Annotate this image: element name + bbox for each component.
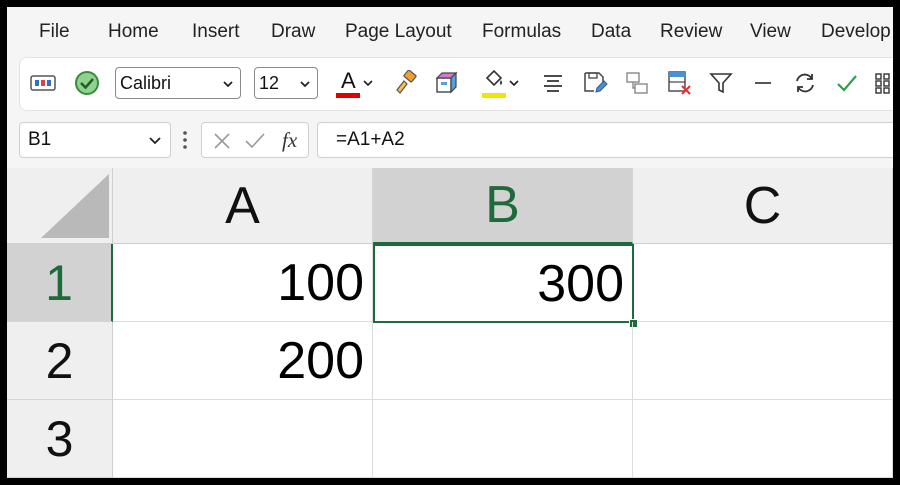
excel-window: File Home Insert Draw Page Layout Formul… (7, 7, 893, 478)
font-name-dropdown[interactable]: Calibri (115, 67, 241, 99)
column-header-c[interactable]: C (633, 168, 893, 244)
more-options-icon[interactable] (180, 128, 190, 152)
formula-value: =A1+A2 (336, 129, 405, 150)
cell-b2[interactable] (373, 322, 633, 400)
chevron-down-icon (509, 80, 519, 87)
row-header-2[interactable]: 2 (7, 322, 113, 400)
filter-icon[interactable] (704, 66, 738, 100)
font-size-dropdown[interactable]: 12 (254, 67, 318, 99)
font-name-value: Calibri (120, 72, 172, 93)
formula-input[interactable]: =A1+A2 (317, 122, 893, 158)
select-all-button[interactable] (7, 168, 113, 244)
cell-a1[interactable]: 100 (113, 244, 373, 322)
font-size-value: 12 (259, 72, 280, 93)
delete-table-icon[interactable] (662, 66, 696, 100)
menu-bar: File Home Insert Draw Page Layout Formul… (7, 7, 893, 55)
cell-c1[interactable] (633, 244, 893, 322)
column-header-b[interactable]: B (373, 168, 633, 244)
font-color-icon[interactable]: A (330, 66, 380, 100)
column-header-a[interactable]: A (113, 168, 373, 244)
menu-file[interactable]: File (39, 21, 70, 43)
menu-insert[interactable]: Insert (192, 21, 240, 43)
menu-developer[interactable]: Develop (821, 21, 891, 43)
3d-box-icon[interactable] (430, 66, 464, 100)
align-icon[interactable] (536, 66, 570, 100)
cell-c2[interactable] (633, 322, 893, 400)
menu-formulas[interactable]: Formulas (482, 21, 561, 43)
check-circle-icon[interactable] (70, 66, 104, 100)
worksheet-grid: A B C 1 2 3 100 300 200 (7, 168, 893, 478)
row-header-3[interactable]: 3 (7, 400, 113, 478)
cell-a2[interactable]: 200 (113, 322, 373, 400)
font-color-swatch (336, 93, 360, 98)
cell-b1[interactable]: 300 (373, 244, 634, 323)
save-edit-icon[interactable] (578, 66, 612, 100)
menu-data[interactable]: Data (591, 21, 631, 43)
insert-function-icon[interactable]: fx (282, 128, 297, 153)
name-box-value: B1 (28, 129, 52, 150)
link-icon[interactable] (620, 66, 654, 100)
menu-draw[interactable]: Draw (271, 21, 315, 43)
chevron-down-icon (149, 137, 161, 145)
chevron-down-icon (298, 75, 312, 96)
formula-controls: fx (201, 122, 309, 158)
minus-icon[interactable] (746, 66, 780, 100)
fill-color-icon[interactable] (476, 66, 526, 100)
menu-home[interactable]: Home (108, 21, 159, 43)
menu-page-layout[interactable]: Page Layout (345, 21, 452, 43)
chevron-down-icon (363, 80, 373, 87)
row-header-1[interactable]: 1 (7, 244, 113, 322)
ribbon-toolbar: Calibri 12 A (19, 57, 893, 111)
format-painter-icon[interactable] (388, 66, 422, 100)
refresh-icon[interactable] (788, 66, 822, 100)
cell-styles-icon[interactable] (26, 66, 60, 100)
enter-icon[interactable] (244, 131, 266, 151)
cell-a3[interactable] (113, 400, 373, 478)
cancel-icon[interactable] (212, 131, 232, 151)
font-color-letter: A (341, 68, 356, 93)
chevron-down-icon (221, 75, 235, 96)
fill-color-swatch (482, 93, 506, 98)
cell-c3[interactable] (633, 400, 893, 478)
name-box[interactable]: B1 (19, 122, 171, 158)
cell-b3[interactable] (373, 400, 633, 478)
check-icon[interactable] (830, 66, 864, 100)
menu-view[interactable]: View (750, 21, 791, 43)
menu-review[interactable]: Review (660, 21, 722, 43)
grid-icon[interactable] (872, 66, 893, 100)
